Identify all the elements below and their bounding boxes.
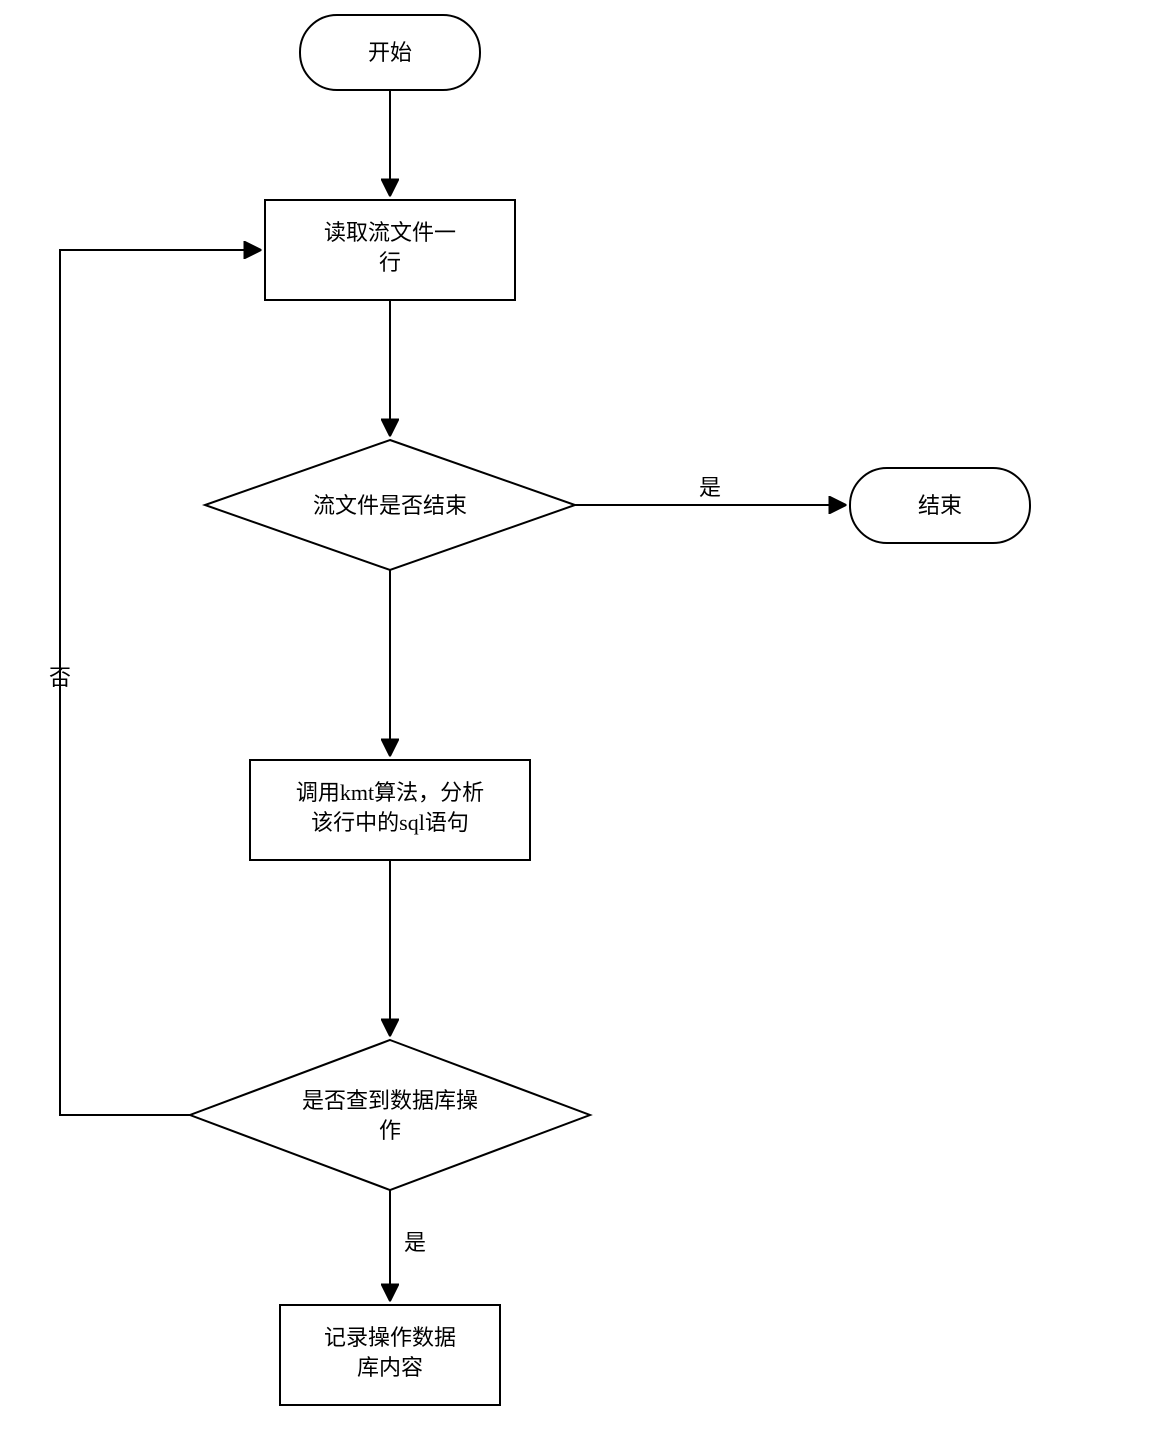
- node-record: 记录操作数据 库内容: [280, 1305, 500, 1405]
- edge-isdb-read-loop: [60, 250, 260, 1115]
- edge-isdb-read-loop-label: 否: [49, 665, 71, 690]
- edge-eof-end-label: 是: [699, 475, 721, 500]
- node-eof: 流文件是否结束: [205, 440, 575, 570]
- node-kmt-label-1: 调用kmt算法，分析: [296, 780, 484, 805]
- node-read-label-1: 读取流文件一: [324, 220, 456, 245]
- node-kmt: 调用kmt算法，分析 该行中的sql语句: [250, 760, 530, 860]
- node-isdb-label-2: 作: [379, 1118, 401, 1143]
- edge-isdb-record-label: 是: [404, 1230, 426, 1255]
- node-start-label: 开始: [368, 40, 412, 65]
- node-record-label-2: 库内容: [357, 1355, 423, 1380]
- node-record-label-1: 记录操作数据: [324, 1325, 456, 1350]
- flowchart-svg: 开始 读取流文件一 行 流文件是否结束 是 结束 调用kmt算法，分析 该行中的…: [0, 0, 1151, 1437]
- node-isdb: 是否查到数据库操 作: [190, 1040, 590, 1190]
- node-read: 读取流文件一 行: [265, 200, 515, 300]
- node-read-label-2: 行: [379, 250, 401, 275]
- node-end-label: 结束: [918, 493, 962, 518]
- node-end: 结束: [850, 468, 1030, 543]
- node-eof-label: 流文件是否结束: [313, 493, 467, 518]
- node-start: 开始: [300, 15, 480, 90]
- node-isdb-label-1: 是否查到数据库操: [302, 1088, 478, 1113]
- node-kmt-label-2: 该行中的sql语句: [311, 810, 469, 835]
